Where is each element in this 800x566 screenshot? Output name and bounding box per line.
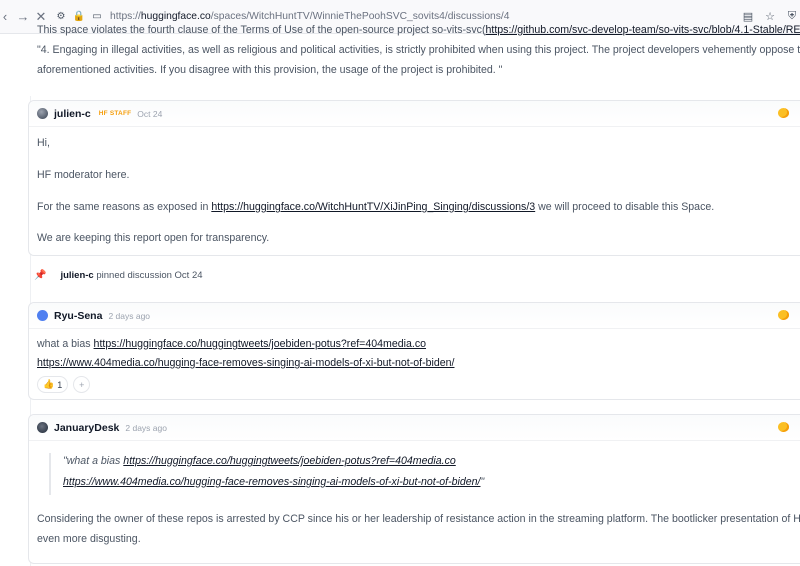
huggingtweets-link[interactable]: https://huggingface.co/huggingtweets/joe… — [123, 455, 455, 467]
emoji-reaction-icon[interactable] — [778, 422, 789, 432]
username[interactable]: Ryu-Sena — [54, 310, 102, 322]
username[interactable]: JanuaryDesk — [54, 422, 119, 434]
huggingtweets-link[interactable]: https://huggingface.co/huggingtweets/joe… — [94, 338, 426, 350]
comment-text: We are keeping this report open for tran… — [37, 232, 270, 244]
comment-text: For the same reasons as exposed in https… — [37, 201, 715, 213]
intro-line-3: aforementioned activities. If you disagr… — [37, 64, 503, 76]
comment-text: even more disgusting. — [37, 533, 141, 545]
comment-date: Oct 24 — [137, 108, 163, 119]
add-reaction-button[interactable]: + — [73, 376, 91, 393]
username[interactable]: julien-c — [54, 108, 91, 120]
blockquote: "what a bias https://huggingface.co/hugg… — [49, 453, 569, 495]
intro-line-2: "4. Engaging in illegal activities, as w… — [37, 44, 800, 56]
comment-text: Considering the owner of these repos is … — [37, 513, 800, 525]
avatar[interactable] — [37, 108, 48, 119]
comment-text: what a bias https://huggingface.co/huggi… — [37, 338, 427, 350]
thumbs-up-reaction[interactable]: 👍 1 — [37, 376, 69, 393]
avatar[interactable] — [37, 310, 48, 321]
comment-date: 2 days ago — [108, 310, 151, 321]
staff-badge: HF STAFF — [98, 110, 132, 117]
comment-card: Ryu-Sena 2 days ago what a bias https://… — [28, 302, 800, 400]
thumbs-up-icon: 👍 — [43, 379, 55, 389]
avatar[interactable] — [37, 422, 48, 433]
emoji-reaction-icon[interactable] — [778, 310, 789, 320]
event-user[interactable]: julien-c — [60, 270, 93, 281]
comment-card: JanuaryDesk 2 days ago "what a bias http… — [28, 414, 800, 564]
comment-header: julien-c HF STAFF Oct 24 — [29, 101, 800, 127]
comment-header: JanuaryDesk 2 days ago — [29, 415, 800, 441]
comment-text: Hi, — [37, 137, 50, 149]
comment-text: https://www.404media.co/hugging-face-rem… — [37, 357, 454, 369]
comment-date: 2 days ago — [125, 422, 167, 433]
intro-line-1: This space violates the fourth clause of… — [37, 24, 800, 36]
comment-text: HF moderator here. — [37, 169, 130, 181]
404media-link[interactable]: https://www.404media.co/hugging-face-rem… — [63, 476, 480, 488]
quote-line: https://www.404media.co/hugging-face-rem… — [63, 476, 485, 488]
emoji-reaction-icon[interactable] — [778, 108, 789, 118]
pinned-event: 📌 julien-c pinned discussion Oct 24 — [34, 270, 203, 281]
comment-card: julien-c HF STAFF Oct 24 Hi, HF moderato… — [28, 100, 800, 256]
404media-link[interactable]: https://www.404media.co/hugging-face-rem… — [37, 357, 454, 369]
pin-icon: 📌 — [34, 270, 47, 281]
quote-line: "what a bias https://huggingface.co/hugg… — [63, 455, 456, 467]
reactions: 👍 1 + — [37, 376, 91, 393]
discussion-thread: This space violates the fourth clause of… — [0, 18, 800, 566]
reaction-count: 1 — [57, 379, 63, 390]
xijinping-discussion-link[interactable]: https://huggingface.co/WitchHuntTV/XiJin… — [211, 201, 535, 213]
comment-header: Ryu-Sena 2 days ago — [29, 303, 800, 329]
so-vits-svc-link[interactable]: https://github.com/svc-develop-team/so-v… — [485, 24, 800, 36]
